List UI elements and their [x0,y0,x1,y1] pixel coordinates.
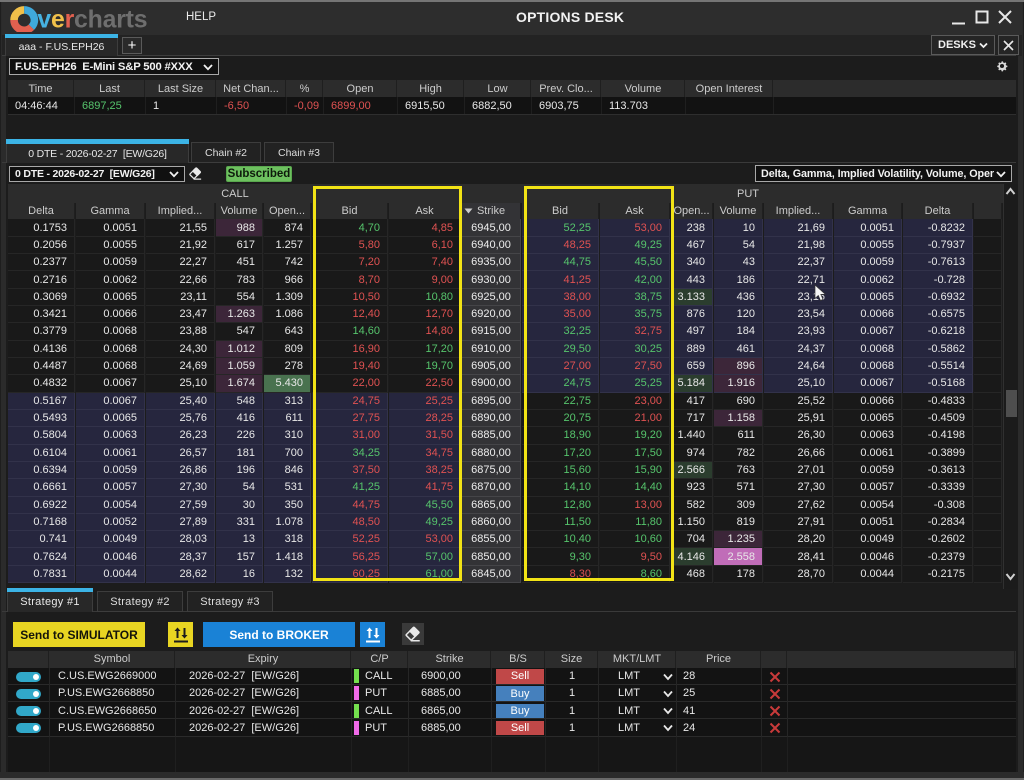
svg-text:vercharts: vercharts [37,7,147,32]
